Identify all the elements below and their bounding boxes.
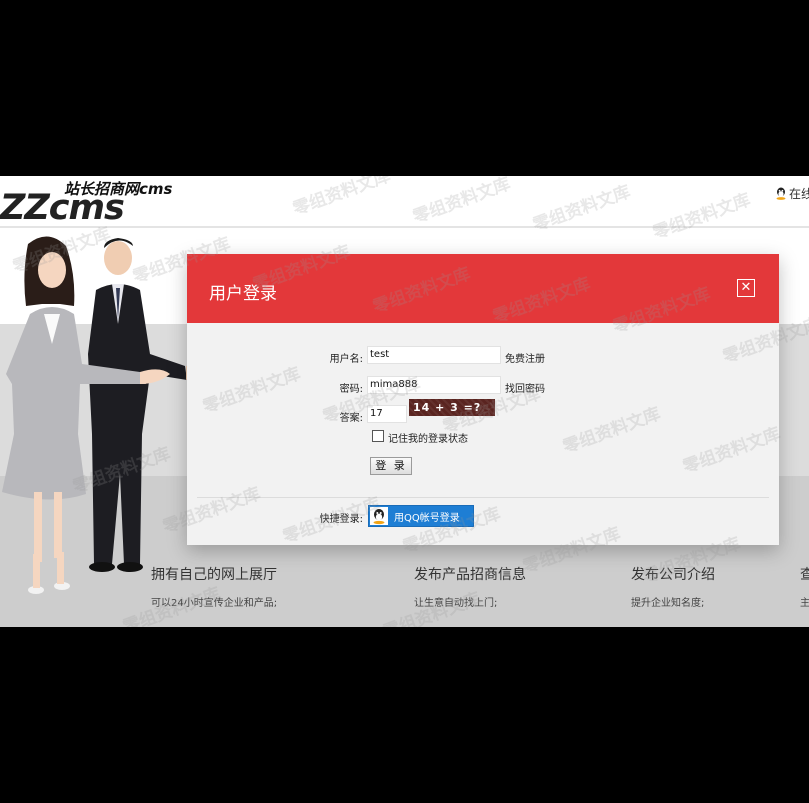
watermark: 零组资料文库 [290, 176, 394, 220]
watermark: 零组资料文库 [410, 176, 514, 228]
qq-login-button[interactable]: 用QQ帐号登录 [368, 505, 474, 527]
dialog-title: 用户登录 [209, 284, 277, 304]
login-dialog: 用户登录 ✕ 用户名: test 免费注册 密码: mima888 找回密码 答… [187, 254, 779, 545]
password-label: 密码: [339, 384, 363, 395]
feature-item: 发布产品招商信息 让生意自动找上门; [414, 566, 526, 609]
feature-item: 拥有自己的网上展厅 可以24小时宣传企业和产品; [151, 566, 277, 609]
feature-title: 查 [800, 567, 809, 583]
feature-title: 发布公司介绍 [631, 567, 715, 583]
feature-item: 查 主 [800, 566, 809, 609]
watermark: 零组资料文库 [650, 190, 754, 244]
feature-desc: 让生意自动找上门; [414, 598, 498, 609]
feature-desc: 可以24小时宣传企业和产品; [151, 598, 278, 609]
username-label: 用户名: [329, 354, 363, 365]
qq-penguin-icon [370, 507, 388, 525]
close-icon[interactable]: ✕ [737, 279, 755, 297]
username-input[interactable]: test [367, 346, 501, 364]
logo-wordmark: ZZcms [0, 188, 125, 228]
qq-login-label: 用QQ帐号登录 [394, 513, 460, 524]
login-button[interactable]: 登 录 [370, 457, 412, 475]
feature-desc: 提升企业知名度; [631, 598, 705, 609]
qq-penguin-icon [776, 187, 786, 200]
online-service-link[interactable]: 在线 [775, 185, 809, 202]
captcha-answer-input[interactable]: 17 [367, 405, 407, 423]
captcha-image[interactable]: 14 + 3 =? [409, 399, 495, 416]
online-label: 在线 [788, 187, 809, 201]
feature-item: 发布公司介绍 提升企业知名度; [631, 566, 715, 609]
dialog-divider [197, 497, 769, 498]
remember-label[interactable]: 记住我的登录状态 [388, 430, 468, 445]
quick-login-label: 快捷登录: [319, 514, 363, 525]
feature-desc: 主 [800, 598, 809, 609]
remember-checkbox[interactable] [372, 430, 384, 442]
feature-title: 发布产品招商信息 [414, 567, 526, 583]
feature-title: 拥有自己的网上展厅 [151, 567, 277, 583]
forgot-password-link[interactable]: 找回密码 [505, 380, 545, 395]
answer-label: 答案: [339, 413, 363, 424]
feature-list: 拥有自己的网上展厅 可以24小时宣传企业和产品; 发布产品招商信息 让生意自动找… [0, 566, 809, 626]
password-input[interactable]: mima888 [367, 376, 501, 394]
register-link[interactable]: 免费注册 [505, 350, 545, 365]
login-page: 站长招商网cms ZZcms 在线 用户登录 ✕ 用户名: test 免费注册 … [0, 176, 809, 627]
site-logo[interactable]: 站长招商网cms ZZcms [0, 176, 180, 228]
dialog-header: 用户登录 ✕ [187, 254, 779, 323]
